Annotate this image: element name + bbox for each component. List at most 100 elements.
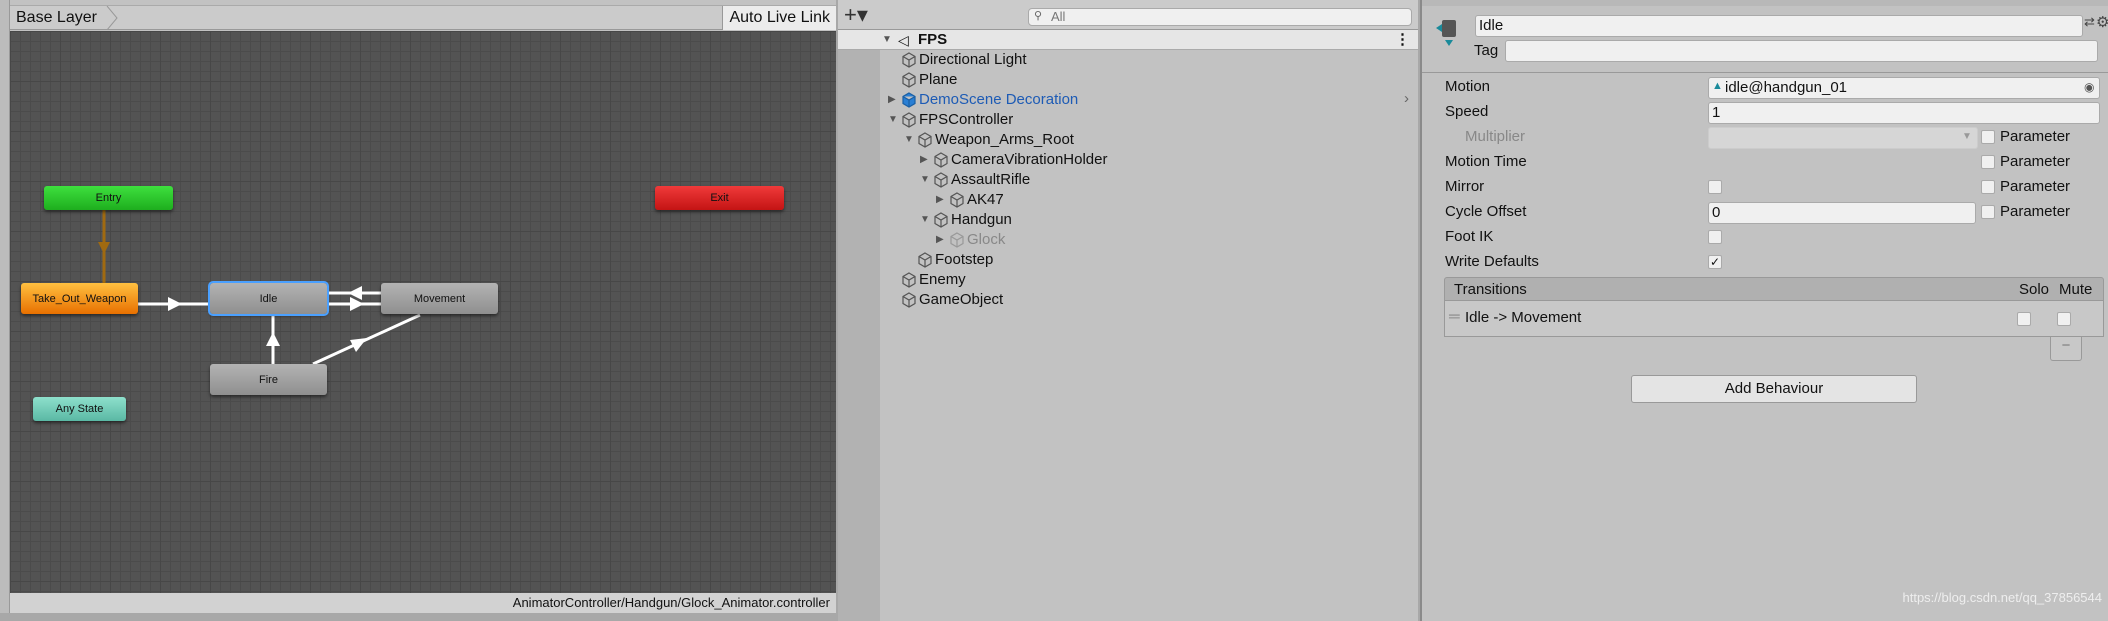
gameobject-cube-icon [933, 172, 949, 188]
solo-checkbox[interactable] [2017, 312, 2031, 326]
dropdown-arrow-icon: ▼ [1962, 131, 1972, 142]
preset-icon[interactable]: ⇄ [2084, 14, 2095, 30]
multiplier-parameter-checkbox[interactable] [1981, 130, 1995, 144]
gameobject-cube-icon [933, 152, 949, 168]
hierarchy-item[interactable]: ▶ AK47 [838, 190, 1418, 210]
multiplier-label: Multiplier [1465, 128, 1526, 145]
foot-ik-label: Foot IK [1445, 228, 1494, 245]
breadcrumb-base-layer[interactable]: Base Layer [16, 9, 97, 27]
animation-clip-icon: ▲ [1712, 80, 1723, 92]
expand-arrow-icon[interactable]: ▼ [888, 110, 898, 130]
state-take-out-weapon[interactable]: Take_Out_Weapon [21, 283, 138, 314]
transition-fire-movement [312, 313, 421, 366]
collapse-arrow-icon[interactable]: ▶ [888, 90, 896, 110]
gameobject-cube-icon [949, 232, 965, 248]
gameobject-cube-icon [901, 52, 917, 68]
hierarchy-item[interactable]: ▼ AssaultRifle [838, 170, 1418, 190]
gameobject-cube-icon [917, 132, 933, 148]
arrow-head [168, 297, 182, 311]
gameobject-cube-icon [949, 192, 965, 208]
parameter-label: Parameter [2000, 153, 2071, 170]
expand-arrow-icon[interactable]: ▼ [904, 130, 914, 150]
speed-input[interactable]: 1 [1708, 102, 2100, 124]
remove-transition-button[interactable]: − [2050, 337, 2082, 361]
foot-ik-checkbox[interactable] [1708, 230, 1722, 244]
state-idle[interactable]: Idle [208, 281, 329, 316]
hierarchy-item[interactable]: ▶ DemoScene Decoration [838, 90, 1418, 110]
hierarchy-item[interactable]: Enemy [838, 270, 1418, 290]
hierarchy-item[interactable]: ▼ Weapon_Arms_Root [838, 130, 1418, 150]
motion-field[interactable]: idle@handgun_01 [1708, 77, 2100, 99]
state-entry[interactable]: Entry [44, 186, 173, 210]
transitions-title: Transitions [1454, 281, 1527, 298]
create-plus-icon[interactable]: +▾ [844, 2, 868, 28]
multiplier-dropdown [1708, 127, 1978, 149]
arrow-head [98, 242, 110, 254]
state-movement[interactable]: Movement [381, 283, 498, 314]
hierarchy-item-label: FPSController [919, 111, 1014, 128]
cycle-offset-input[interactable]: 0 [1708, 202, 1976, 224]
auto-live-link-button[interactable]: Auto Live Link [722, 6, 836, 30]
scene-name: FPS [918, 31, 948, 48]
expand-arrow-icon[interactable]: ▼ [920, 210, 930, 230]
parameter-label: Parameter [2000, 128, 2071, 145]
hierarchy-item[interactable]: ▼ FPSController [838, 110, 1418, 130]
hierarchy-item[interactable]: GameObject [838, 290, 1418, 310]
expand-arrow-icon[interactable]: ▼ [882, 30, 892, 50]
prefab-open-chevron-icon[interactable]: › [1404, 90, 1409, 107]
collapse-arrow-icon[interactable]: ▶ [920, 150, 928, 170]
watermark: https://blog.csdn.net/qq_37856544 [1902, 590, 2103, 605]
hierarchy-item-label: AK47 [967, 191, 1004, 208]
state-machine-graph[interactable]: Entry Exit Take_Out_Weapon Idle Movement… [10, 31, 836, 593]
expand-arrow-icon[interactable]: ▼ [920, 170, 930, 190]
hierarchy-item[interactable]: Plane [838, 70, 1418, 90]
write-defaults-label: Write Defaults [1445, 253, 1539, 270]
hierarchy-item-label: Weapon_Arms_Root [935, 131, 1074, 148]
hierarchy-item[interactable]: ▼ Handgun [838, 210, 1418, 230]
mirror-label: Mirror [1445, 178, 1485, 195]
transition-label: Idle -> Movement [1465, 309, 1582, 326]
hierarchy-item-label: Plane [919, 71, 958, 88]
gameobject-cube-icon [917, 252, 933, 268]
parameter-label: Parameter [2000, 203, 2071, 220]
divider [1422, 72, 2108, 73]
mute-checkbox[interactable] [2057, 312, 2071, 326]
mirror-checkbox[interactable] [1708, 180, 1722, 194]
hierarchy-item-label: GameObject [919, 291, 1004, 308]
scene-menu-icon[interactable]: ⋮ [1395, 30, 1410, 50]
collapse-arrow-icon[interactable]: ▶ [936, 190, 944, 210]
gear-icon[interactable]: ⚙ [2096, 13, 2108, 31]
transition-list-item[interactable]: ═ Idle -> Movement [1444, 301, 2104, 337]
speed-label: Speed [1445, 103, 1489, 120]
hierarchy-item[interactable]: ▶ Glock [838, 230, 1418, 250]
controller-path: AnimatorController/Handgun/Glock_Animato… [10, 593, 836, 613]
state-any-state[interactable]: Any State [33, 397, 126, 421]
hierarchy-item[interactable]: Footstep [838, 250, 1418, 270]
inspector-window: Idle ⇄ ⚙ Tag Motion idle@handgun_01 ▲ ◉ … [1420, 0, 2108, 621]
hierarchy-search-input[interactable]: All [1028, 8, 1412, 26]
hierarchy-item[interactable]: ▶ CameraVibrationHolder [838, 150, 1418, 170]
hierarchy-window: +▾ All ⚲ ▼ ◁ FPS ⋮ Directional Light Plan… [838, 0, 1418, 621]
state-fire[interactable]: Fire [210, 364, 327, 395]
drag-handle-icon[interactable]: ═ [1449, 308, 1460, 325]
state-exit[interactable]: Exit [655, 186, 784, 210]
hierarchy-item[interactable]: Directional Light [838, 50, 1418, 70]
mute-header: Mute [2059, 281, 2093, 298]
animator-toolbar: Base Layer Auto Live Link [10, 5, 836, 30]
prefab-cube-icon [901, 92, 917, 108]
hierarchy-item-label: Glock [967, 231, 1006, 248]
motion-label: Motion [1445, 78, 1491, 95]
arrow-head [350, 338, 367, 352]
breadcrumb-chevron-icon [106, 6, 118, 30]
write-defaults-checkbox[interactable]: ✓ [1708, 255, 1722, 269]
add-behaviour-button[interactable]: Add Behaviour [1631, 375, 1917, 403]
motion-time-parameter-checkbox[interactable] [1981, 155, 1995, 169]
scene-row[interactable]: ▼ ◁ FPS ⋮ [838, 30, 1418, 50]
cycle-offset-parameter-checkbox[interactable] [1981, 205, 1995, 219]
mirror-parameter-checkbox[interactable] [1981, 180, 1995, 194]
layers-strip [0, 0, 10, 613]
collapse-arrow-icon[interactable]: ▶ [936, 230, 944, 250]
tag-input[interactable] [1505, 40, 2098, 62]
object-picker-icon[interactable]: ◉ [2084, 80, 2094, 94]
state-name-input[interactable]: Idle [1475, 15, 2083, 37]
